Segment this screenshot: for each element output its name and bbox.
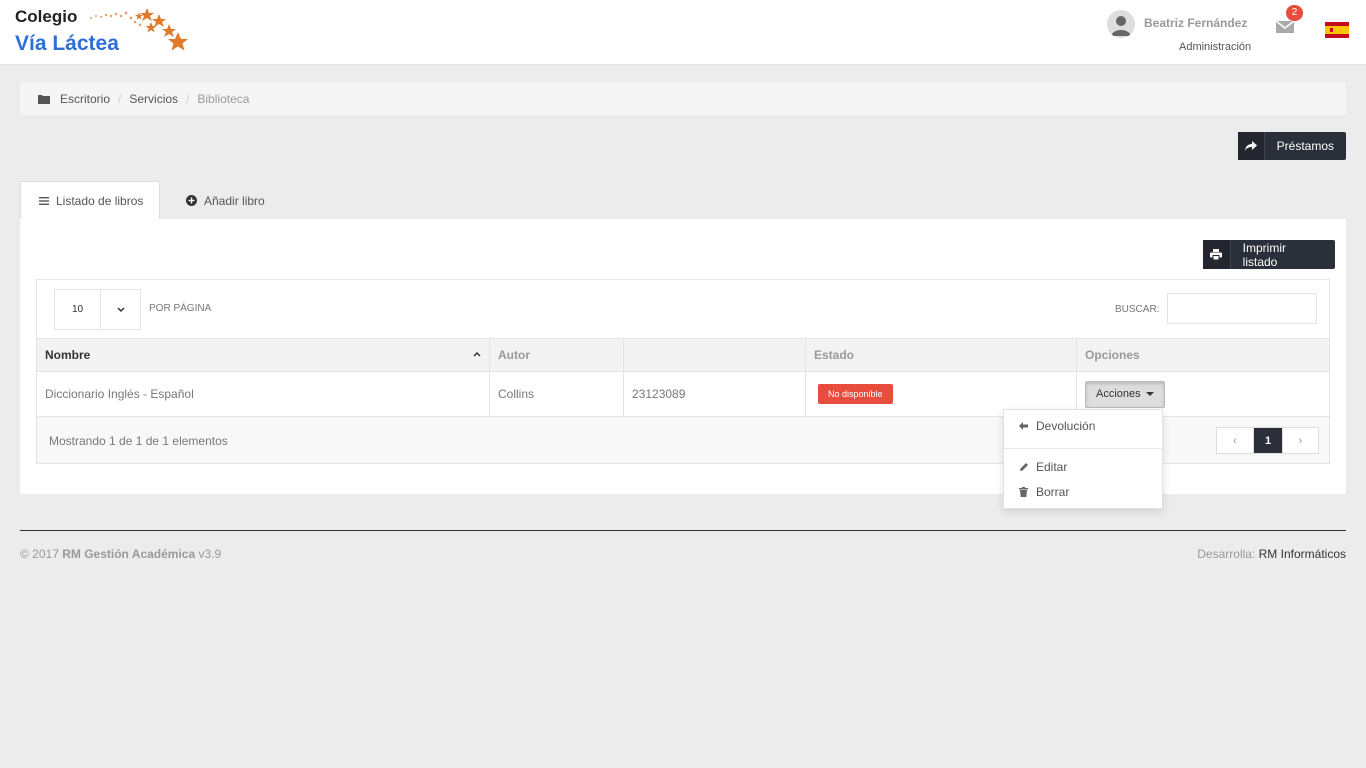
breadcrumb: Escritorio / Servicios / Biblioteca xyxy=(20,82,1346,115)
user-name[interactable]: Beatriz Fernández xyxy=(1144,16,1247,30)
column-label: Autor xyxy=(498,348,530,362)
list-icon xyxy=(39,197,49,205)
chevron-down-icon xyxy=(101,290,140,329)
column-label: Nombre xyxy=(45,348,91,362)
top-header: Colegio Vía Láctea Beatriz Fernández Adm… xyxy=(0,0,1366,65)
tab-listado-libros[interactable]: Listado de libros xyxy=(20,181,160,220)
school-logo[interactable]: Colegio Vía Láctea xyxy=(15,4,195,60)
logo-line1: Colegio xyxy=(15,7,78,26)
column-header-opciones: Opciones xyxy=(1077,339,1329,371)
stars-icon xyxy=(90,8,188,51)
user-role: Administración xyxy=(1179,41,1252,53)
print-list-label: Imprimir listado xyxy=(1242,240,1286,269)
status-badge: No disponible xyxy=(818,384,893,404)
menu-item-borrar[interactable]: Borrar xyxy=(1019,485,1069,499)
menu-item-label: Borrar xyxy=(1036,485,1070,499)
per-page-label: POR PÁGINA xyxy=(149,303,212,314)
search-label: BUSCAR: xyxy=(1115,304,1160,315)
user-icon xyxy=(1107,10,1135,38)
tab-label: Listado de libros xyxy=(56,194,144,208)
developer-label: Desarrolla: xyxy=(1197,547,1256,561)
pagination: ‹ 1 › xyxy=(1216,427,1319,454)
footer-developer: Desarrolla: RM Informáticos xyxy=(1197,547,1346,561)
column-header-codigo[interactable] xyxy=(624,339,806,371)
acciones-label: Acciones xyxy=(1096,388,1141,400)
mail-count-badge: 2 xyxy=(1286,5,1303,21)
product-version: v3.9 xyxy=(198,547,222,561)
breadcrumb-separator: / xyxy=(118,91,122,106)
tab-label: Añadir libro xyxy=(204,193,265,208)
cell-nombre: Diccionario Inglés - Español xyxy=(37,372,490,416)
cell-autor: Collins xyxy=(490,372,624,416)
footer-divider xyxy=(20,530,1346,531)
menu-item-label: Editar xyxy=(1036,460,1068,474)
developer-name[interactable]: RM Informáticos xyxy=(1259,547,1346,561)
per-page-select[interactable]: 10 xyxy=(54,289,141,330)
column-header-nombre[interactable]: Nombre xyxy=(37,339,490,371)
menu-item-devolucion[interactable]: Devolución xyxy=(1019,419,1095,433)
share-arrow-icon xyxy=(1238,132,1265,160)
arrow-left-icon xyxy=(1019,422,1029,430)
footer-copyright: © 2017 RM Gestión Académica v3.9 xyxy=(20,547,221,561)
cell-codigo: 23123089 xyxy=(624,372,806,416)
print-list-button[interactable]: Imprimir listado xyxy=(1203,240,1335,269)
mail-icon[interactable] xyxy=(1275,19,1295,35)
column-label: Opciones xyxy=(1085,348,1140,362)
table-header: Nombre Autor Estado Opciones xyxy=(37,338,1329,372)
user-avatar[interactable] xyxy=(1107,10,1135,38)
search-input[interactable] xyxy=(1167,293,1317,324)
caret-down-icon xyxy=(1145,392,1154,396)
menu-item-label: Devolución xyxy=(1036,419,1096,433)
breadcrumb-separator: / xyxy=(186,91,190,106)
pagination-next[interactable]: › xyxy=(1282,428,1318,453)
pencil-icon xyxy=(1019,462,1029,472)
copyright-year: © 2017 xyxy=(20,547,59,561)
menu-divider xyxy=(1004,448,1162,449)
prestamos-label: Préstamos xyxy=(1276,139,1334,153)
trash-icon xyxy=(1019,487,1029,497)
breadcrumb-escritorio[interactable]: Escritorio xyxy=(60,92,110,106)
acciones-button[interactable]: Acciones xyxy=(1085,380,1165,408)
breadcrumb-biblioteca: Biblioteca xyxy=(197,91,250,106)
column-header-autor[interactable]: Autor xyxy=(490,339,624,371)
pagination-prev[interactable]: ‹ xyxy=(1217,428,1253,453)
menu-item-editar[interactable]: Editar xyxy=(1019,460,1067,474)
breadcrumb-servicios[interactable]: Servicios xyxy=(129,92,178,106)
product-name: RM Gestión Académica xyxy=(62,547,196,561)
printer-icon xyxy=(1203,240,1231,269)
folder-icon xyxy=(38,94,50,104)
acciones-dropdown-menu: Devolución Editar Borrar xyxy=(1003,409,1163,509)
spain-flag-icon[interactable] xyxy=(1325,22,1349,38)
pagination-page-1[interactable]: 1 xyxy=(1253,428,1282,453)
prestamos-button[interactable]: Préstamos xyxy=(1238,132,1346,160)
sort-up-icon xyxy=(473,351,481,357)
column-label: Estado xyxy=(814,348,855,362)
plus-circle-icon xyxy=(186,195,197,206)
table-summary: Mostrando 1 de 1 de 1 elementos xyxy=(49,434,228,448)
column-header-estado[interactable]: Estado xyxy=(806,339,1077,371)
per-page-value: 10 xyxy=(55,290,101,329)
tab-anadir-libro[interactable]: Añadir libro xyxy=(186,181,265,220)
